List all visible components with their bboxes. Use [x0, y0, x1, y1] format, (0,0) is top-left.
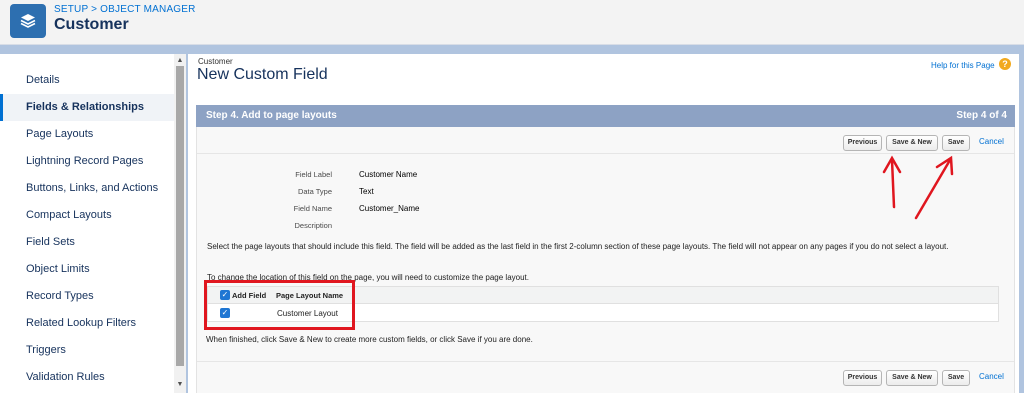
sidebar-scrollbar[interactable]: ▲ ▼ [174, 54, 186, 393]
step-header: Step 4. Add to page layouts Step 4 of 4 [196, 105, 1015, 127]
data-type-label: Data Type [297, 187, 332, 196]
help-icon[interactable]: ? [999, 58, 1011, 70]
data-type-value: Text [359, 187, 374, 196]
field-name-label: Field Name [293, 204, 332, 213]
previous-button-bottom[interactable]: Previous [843, 370, 882, 386]
stack-layers-icon [10, 4, 46, 38]
top-button-row: Previous Save & New Save Cancel [197, 127, 1014, 154]
save-button[interactable]: Save [942, 135, 970, 151]
sidebar-item-buttons-links-actions[interactable]: Buttons, Links, and Actions [0, 175, 174, 202]
field-name-value: Customer_Name [359, 204, 420, 213]
sidebar-item-field-sets[interactable]: Field Sets [0, 229, 174, 256]
sidebar-item-lightning-record-pages[interactable]: Lightning Record Pages [0, 148, 174, 175]
scroll-up-arrow-icon[interactable]: ▲ [174, 56, 186, 66]
save-button-bottom[interactable]: Save [942, 370, 970, 386]
scroll-down-arrow-icon[interactable]: ▼ [174, 380, 186, 390]
cancel-link[interactable]: Cancel [979, 137, 1004, 146]
breadcrumb-setup-link[interactable]: SETUP [54, 4, 88, 15]
page-title: New Custom Field [197, 66, 328, 83]
sidebar-item-page-layouts[interactable]: Page Layouts [0, 121, 174, 148]
sidebar-item-fields-relationships[interactable]: Fields & Relationships [0, 94, 174, 121]
cancel-link-bottom[interactable]: Cancel [979, 372, 1004, 381]
sidebar-item-record-types[interactable]: Record Types [0, 283, 174, 310]
field-label-value: Customer Name [359, 170, 418, 179]
step-count: Step 4 of 4 [956, 110, 1007, 121]
annotation-highlight-box [204, 280, 355, 330]
finish-instructions: When finished, click Save & New to creat… [206, 335, 533, 344]
sidebar-item-details[interactable]: Details [0, 67, 174, 94]
step-title: Step 4. Add to page layouts [206, 110, 337, 121]
previous-button[interactable]: Previous [843, 135, 882, 151]
description-label: Description [294, 221, 332, 230]
object-label: Customer [198, 57, 233, 66]
field-label-label: Field Label [295, 170, 332, 179]
save-new-button-bottom[interactable]: Save & New [886, 370, 938, 386]
scroll-thumb[interactable] [176, 66, 184, 366]
bottom-button-row: Previous Save & New Save Cancel [197, 361, 1014, 388]
breadcrumb-separator: > [88, 4, 101, 15]
save-new-button[interactable]: Save & New [886, 135, 938, 151]
sidebar-item-related-lookup-filters[interactable]: Related Lookup Filters [0, 310, 174, 337]
help-link[interactable]: Help for this Page [931, 61, 995, 70]
app-header: SETUP > OBJECT MANAGER Customer [0, 0, 1024, 45]
object-sidebar: Details Fields & Relationships Page Layo… [0, 54, 186, 393]
breadcrumb: SETUP > OBJECT MANAGER [54, 4, 196, 15]
sidebar-item-compact-layouts[interactable]: Compact Layouts [0, 202, 174, 229]
breadcrumb-object-manager-link[interactable]: OBJECT MANAGER [100, 4, 195, 15]
sidebar-item-validation-rules[interactable]: Validation Rules [0, 364, 174, 391]
sidebar-item-object-limits[interactable]: Object Limits [0, 256, 174, 283]
object-title: Customer [54, 16, 129, 33]
step-content: Previous Save & New Save Cancel Field La… [196, 127, 1015, 393]
layout-instructions: Select the page layouts that should incl… [207, 242, 949, 251]
sidebar-item-triggers[interactable]: Triggers [0, 337, 174, 364]
